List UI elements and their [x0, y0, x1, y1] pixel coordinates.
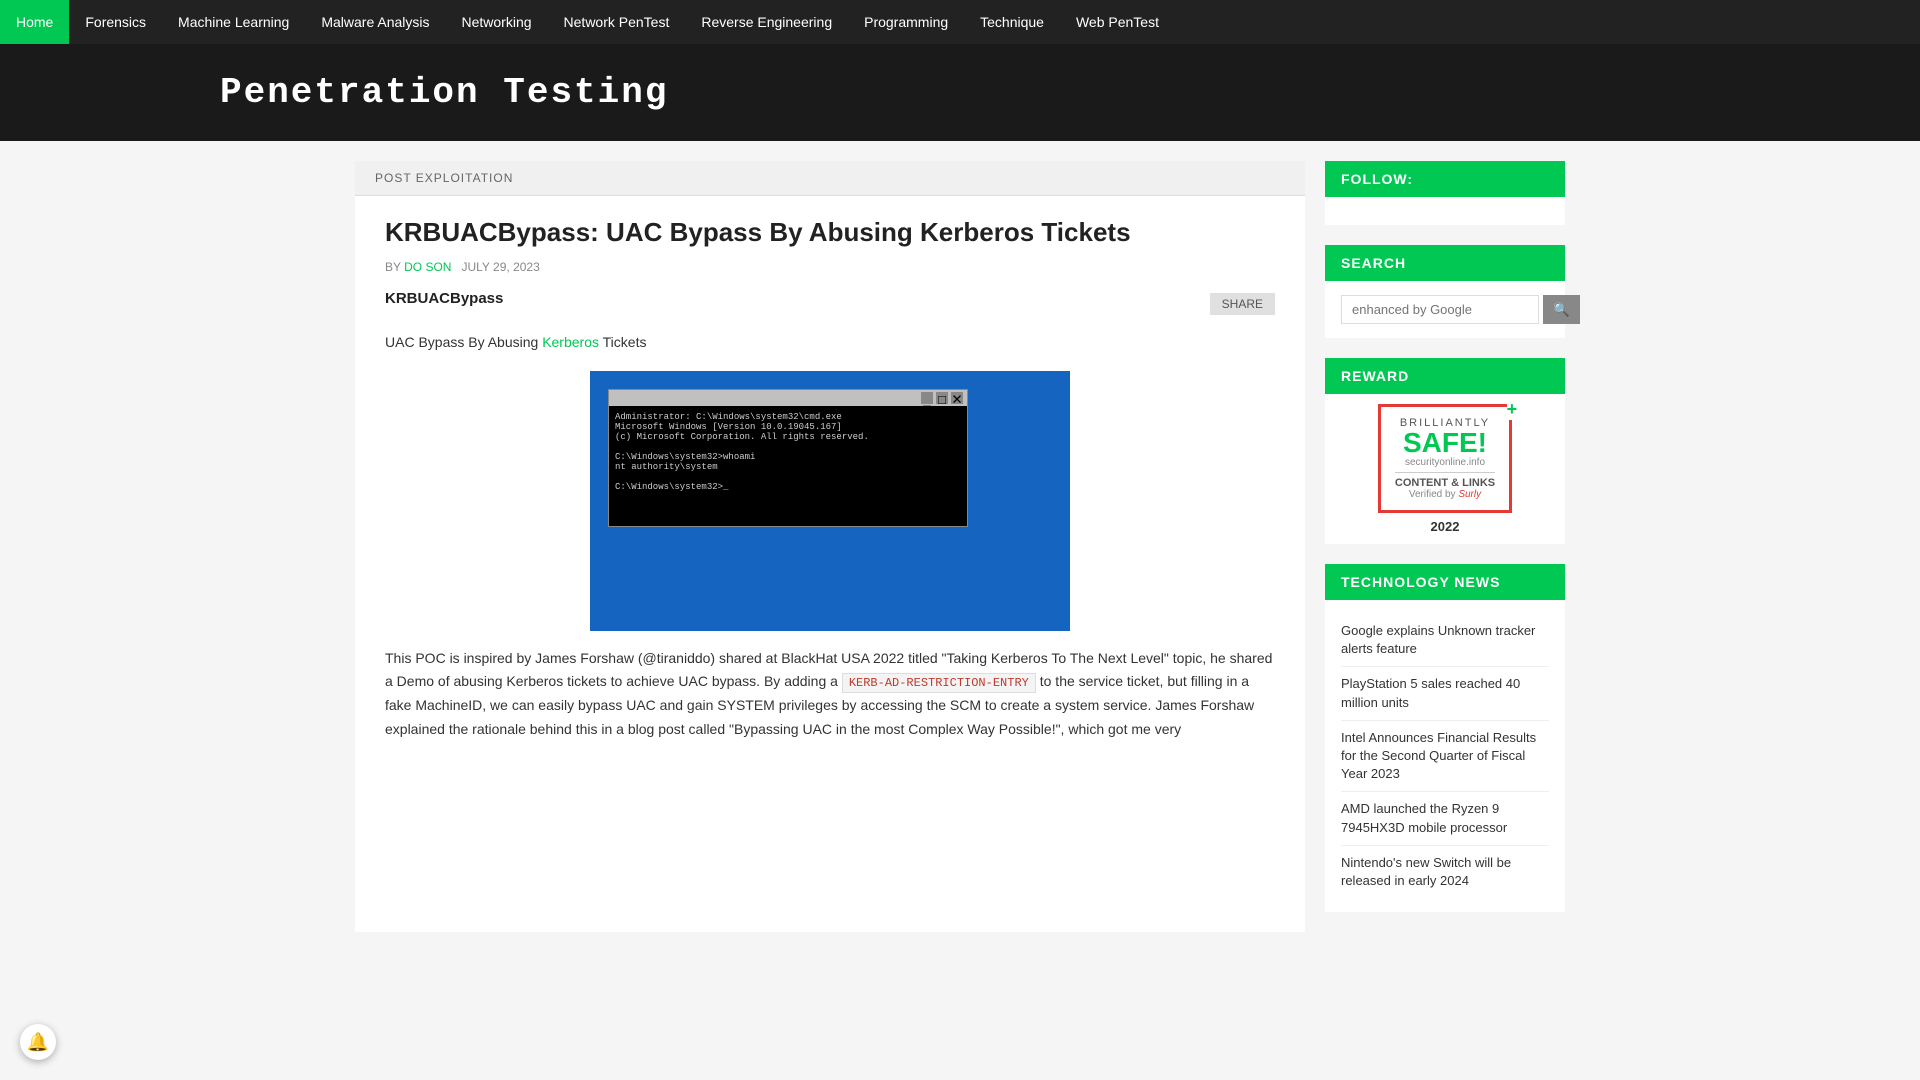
code-snippet: KERB-AD-RESTRICTION-ENTRY: [842, 673, 1036, 693]
terminal-maximize[interactable]: □: [936, 392, 948, 404]
article-body: KRBUACBypass: UAC Bypass By Abusing Kerb…: [355, 196, 1305, 774]
sidebar: FOLLOW: SEARCH 🔍 Reward +: [1325, 161, 1565, 932]
site-header: Penetration Testing: [0, 44, 1920, 141]
nav-web-pentest[interactable]: Web PenTest: [1060, 0, 1175, 44]
badge-plus-icon: +: [1507, 399, 1518, 420]
main-nav: Home Forensics Machine Learning Malware …: [0, 0, 1920, 44]
tech-news-link[interactable]: Google explains Unknown tracker alerts f…: [1341, 623, 1535, 656]
follow-widget: FOLLOW:: [1325, 161, 1565, 225]
search-content: 🔍: [1325, 281, 1565, 338]
share-button[interactable]: SHARE: [1210, 293, 1275, 315]
nav-forensics[interactable]: Forensics: [69, 0, 162, 44]
terminal-minimize[interactable]: _: [921, 392, 933, 404]
tech-news-content: Google explains Unknown tracker alerts f…: [1325, 600, 1565, 912]
tech-news-item: PlayStation 5 sales reached 40 million u…: [1341, 667, 1549, 720]
tech-news-link[interactable]: PlayStation 5 sales reached 40 million u…: [1341, 676, 1520, 709]
author-link[interactable]: DO SON: [404, 260, 451, 274]
article-image: _ □ ✕ Administrator: C:\Windows\system32…: [590, 371, 1070, 631]
article-meta: BY DO SON JULY 29, 2023: [385, 260, 1275, 274]
search-widget: SEARCH 🔍: [1325, 245, 1565, 338]
nav-technique[interactable]: Technique: [964, 0, 1060, 44]
search-input[interactable]: [1341, 295, 1539, 324]
nav-network-pentest[interactable]: Network PenTest: [548, 0, 686, 44]
breadcrumb: POST EXPLOITATION: [355, 161, 1305, 196]
main-content: POST EXPLOITATION KRBUACBypass: UAC Bypa…: [355, 161, 1305, 932]
badge-site: securityonline.info: [1395, 457, 1495, 468]
nav-machine-learning[interactable]: Machine Learning: [162, 0, 305, 44]
tech-news-link[interactable]: AMD launched the Ryzen 9 7945HX3D mobile…: [1341, 801, 1507, 834]
terminal-close[interactable]: ✕: [951, 392, 963, 404]
share-row: KRBUACBypass SHARE: [385, 290, 1275, 319]
nav-home[interactable]: Home: [0, 0, 69, 44]
search-title: SEARCH: [1325, 245, 1565, 281]
badge-surly: Surly: [1458, 489, 1481, 500]
bell-icon: 🔔: [27, 1032, 49, 1053]
follow-title: FOLLOW:: [1325, 161, 1565, 197]
badge-year: 2022: [1335, 519, 1555, 534]
tech-news-widget: TECHNOLOGY NEWS Google explains Unknown …: [1325, 564, 1565, 912]
article-body1: UAC Bypass By Abusing Kerberos Tickets: [385, 331, 1275, 355]
tech-news-title: TECHNOLOGY NEWS: [1325, 564, 1565, 600]
article-title: KRBUACBypass: UAC Bypass By Abusing Kerb…: [385, 216, 1275, 250]
search-icon: 🔍: [1553, 302, 1570, 317]
tech-news-link[interactable]: Nintendo's new Switch will be released i…: [1341, 855, 1511, 888]
badge-content: CONTENT & LINKS: [1395, 477, 1495, 489]
nav-programming[interactable]: Programming: [848, 0, 964, 44]
reward-badge-box: + BRILLIANTLY SAFE! securityonline.info …: [1378, 404, 1512, 513]
follow-content: [1325, 197, 1565, 225]
article-date: JULY 29, 2023: [461, 260, 539, 274]
badge-links: Verified by Surly: [1395, 489, 1495, 500]
page-container: POST EXPLOITATION KRBUACBypass: UAC Bypa…: [335, 141, 1585, 952]
reward-title: Reward: [1325, 358, 1565, 394]
site-title: Penetration Testing: [220, 72, 1700, 113]
reward-widget: Reward + BRILLIANTLY SAFE! securityonlin…: [1325, 358, 1565, 544]
terminal-window: _ □ ✕ Administrator: C:\Windows\system32…: [608, 389, 968, 527]
terminal-content: Administrator: C:\Windows\system32\cmd.e…: [609, 406, 967, 526]
article-body2: This POC is inspired by James Forshaw (@…: [385, 647, 1275, 742]
nav-networking[interactable]: Networking: [446, 0, 548, 44]
tech-news-item: AMD launched the Ryzen 9 7945HX3D mobile…: [1341, 792, 1549, 845]
nav-reverse-engineering[interactable]: Reverse Engineering: [685, 0, 848, 44]
search-button[interactable]: 🔍: [1543, 295, 1580, 324]
search-row: 🔍: [1341, 295, 1549, 324]
badge-divider: [1395, 472, 1495, 473]
reward-content: + BRILLIANTLY SAFE! securityonline.info …: [1325, 394, 1565, 544]
kerberos-link[interactable]: Kerberos: [542, 334, 599, 350]
notification-bell[interactable]: 🔔: [20, 1024, 56, 1060]
tech-news-item: Google explains Unknown tracker alerts f…: [1341, 614, 1549, 667]
tech-news-item: Intel Announces Financial Results for th…: [1341, 721, 1549, 793]
article-intro: KRBUACBypass: [385, 290, 503, 307]
nav-malware-analysis[interactable]: Malware Analysis: [305, 0, 445, 44]
tech-news-link[interactable]: Intel Announces Financial Results for th…: [1341, 730, 1536, 781]
terminal-titlebar: _ □ ✕: [609, 390, 967, 406]
badge-safe: SAFE!: [1395, 429, 1495, 457]
tech-news-list: Google explains Unknown tracker alerts f…: [1341, 614, 1549, 898]
tech-news-item: Nintendo's new Switch will be released i…: [1341, 846, 1549, 898]
